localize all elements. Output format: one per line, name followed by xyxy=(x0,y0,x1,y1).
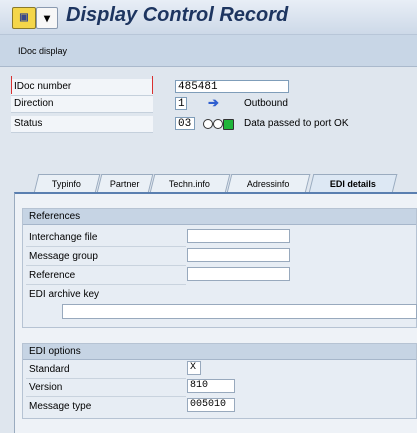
page-title: Display Control Record xyxy=(66,4,289,26)
application-toolbar: IDoc display xyxy=(0,35,417,67)
standard-input[interactable]: X xyxy=(187,361,201,375)
traffic-light-icon xyxy=(203,119,239,130)
idoc-display-button[interactable]: IDoc display xyxy=(18,46,67,56)
edi-archive-key-label: EDI archive key xyxy=(29,289,100,300)
tab-techn-info[interactable]: Techn.info xyxy=(149,174,231,193)
standard-label: Standard xyxy=(29,364,70,375)
version-input[interactable]: 810 xyxy=(187,379,235,393)
message-type-input[interactable]: 005010 xyxy=(187,398,235,412)
reference-input[interactable] xyxy=(187,267,290,281)
message-type-label: Message type xyxy=(29,401,92,412)
status-text: Data passed to port OK xyxy=(244,118,349,129)
divider xyxy=(26,246,186,247)
transaction-icon[interactable]: ▣ xyxy=(12,7,36,29)
direction-label: Direction xyxy=(11,96,153,113)
direction-text: Outbound xyxy=(244,98,288,109)
direction-field[interactable]: 1 xyxy=(175,97,187,110)
divider xyxy=(26,396,186,397)
status-label: Status xyxy=(11,116,153,133)
message-group-input[interactable] xyxy=(187,248,290,262)
tab-edi-details[interactable]: EDI details xyxy=(308,174,398,193)
status-field[interactable]: 03 xyxy=(175,117,195,130)
divider xyxy=(26,265,186,266)
divider xyxy=(26,284,186,285)
divider xyxy=(26,378,186,379)
menu-dropdown-icon[interactable]: ▾ xyxy=(36,7,58,29)
edi-options-title: EDI options xyxy=(23,344,416,360)
tab-adressinfo[interactable]: Adressinfo xyxy=(226,174,311,193)
reference-label: Reference xyxy=(29,270,76,281)
interchange-file-input[interactable] xyxy=(187,229,290,243)
tab-partner[interactable]: Partner xyxy=(96,174,154,193)
version-label: Version xyxy=(29,382,63,393)
required-marker xyxy=(11,76,153,94)
references-title: References xyxy=(23,209,416,225)
title-bar: ▣ ▾ Display Control Record xyxy=(0,0,417,35)
tab-typinfo[interactable]: Typinfo xyxy=(33,174,101,193)
interchange-file-label: Interchange file xyxy=(29,232,98,243)
message-group-label: Message group xyxy=(29,251,98,262)
arrow-right-icon: ➔ xyxy=(208,95,219,110)
idoc-number-field[interactable]: 485481 xyxy=(175,80,289,93)
edi-archive-key-input[interactable] xyxy=(62,304,417,319)
